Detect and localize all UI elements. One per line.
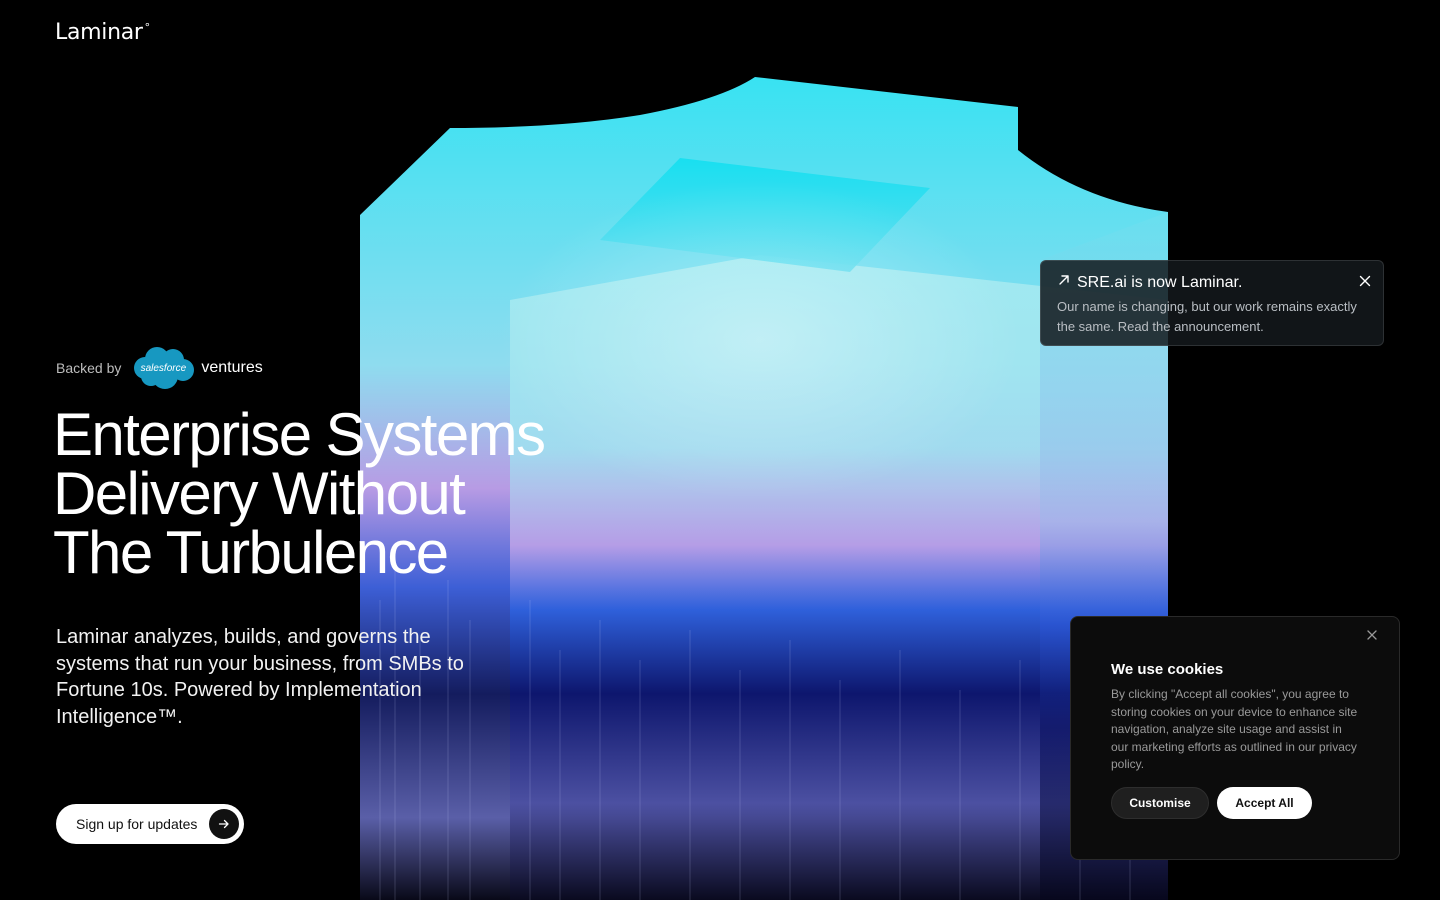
partner-suffix: ventures <box>201 359 263 376</box>
headline-line-3: The Turbulence <box>53 519 449 586</box>
headline-line-1: Enterprise Systems <box>53 401 546 468</box>
cookie-actions: Customise Accept All <box>1111 787 1312 819</box>
brand-logo[interactable]: Laminar ° <box>55 20 150 45</box>
headline-line-2: Delivery Without <box>53 460 466 527</box>
hero-subcopy: Laminar analyzes, builds, and governs th… <box>56 626 464 728</box>
close-icon[interactable] <box>1365 628 1379 642</box>
cookie-banner: We use cookies By clicking "Accept all c… <box>1070 616 1400 860</box>
salesforce-logo-text: salesforce <box>140 362 187 374</box>
backed-by: Backed by salesforce ventures <box>56 346 263 390</box>
announcement-body[interactable]: Our name is changing, but our work remai… <box>1057 297 1357 337</box>
brand-mark: ° <box>144 21 151 34</box>
cookie-body: By clicking "Accept all cookies", you ag… <box>1111 687 1358 771</box>
arrow-right-icon <box>209 809 239 839</box>
backed-by-label: Backed by <box>56 360 122 376</box>
announcement-toast[interactable]: SRE.ai is now Laminar. Our name is chang… <box>1040 260 1384 346</box>
cookie-title: We use cookies <box>1111 661 1224 678</box>
accept-all-button[interactable]: Accept All <box>1217 787 1312 819</box>
hero-headline: Enterprise Systems Delivery Without The … <box>53 401 546 586</box>
signup-button-label: Sign up for updates <box>76 816 198 832</box>
signup-button[interactable]: Sign up for updates <box>56 804 244 844</box>
salesforce-logo: salesforce <box>131 346 195 390</box>
brand-name: Laminar <box>55 20 143 45</box>
arrow-up-right-icon <box>1057 273 1071 292</box>
customise-button[interactable]: Customise <box>1111 787 1209 819</box>
announcement-title-row[interactable]: SRE.ai is now Laminar. <box>1057 273 1367 292</box>
announcement-title: SRE.ai is now Laminar. <box>1077 273 1243 291</box>
close-icon[interactable] <box>1357 273 1373 289</box>
